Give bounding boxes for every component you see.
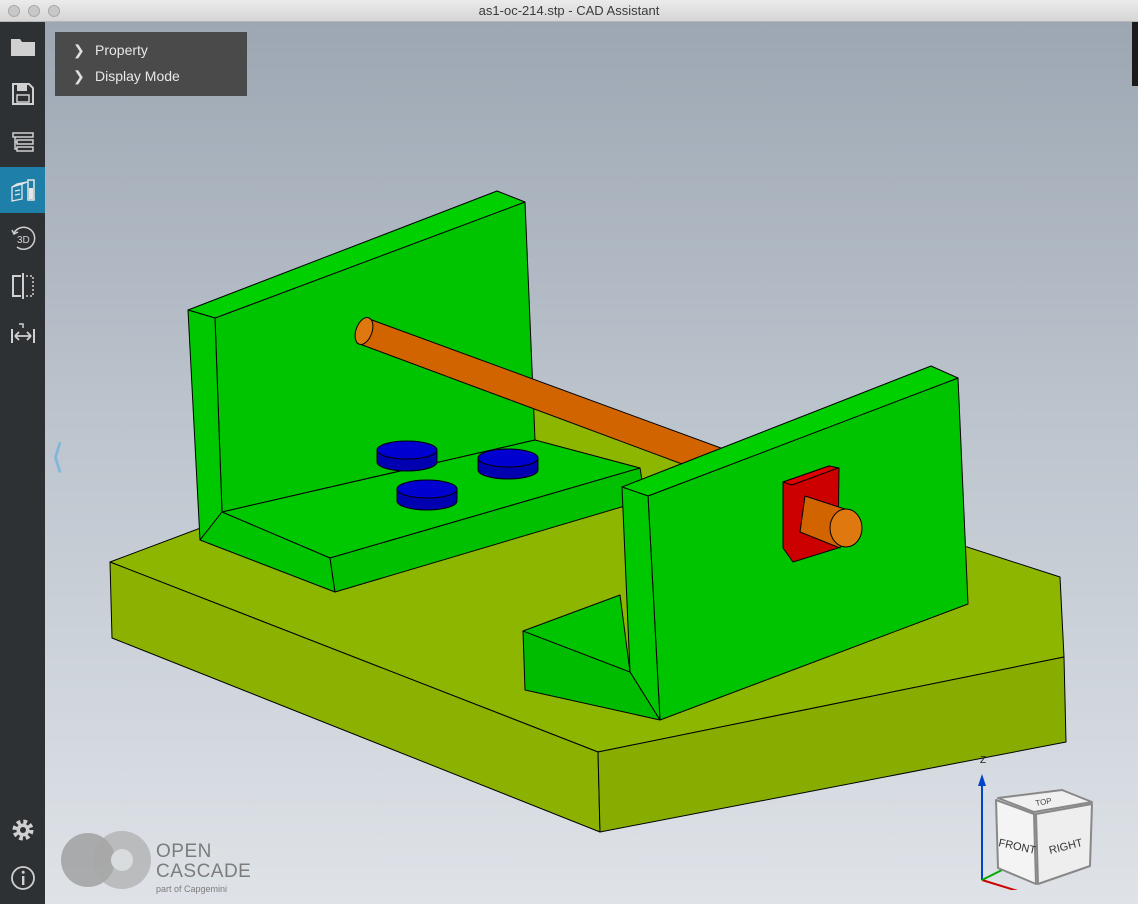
opencascade-logo-text: OPEN CASCADE part of Capgemini	[156, 841, 252, 895]
scrollbar[interactable]	[1132, 22, 1138, 86]
property-label: Property	[95, 42, 148, 58]
open-file-button[interactable]	[0, 23, 45, 69]
window-title: as1-oc-214.stp - CAD Assistant	[478, 3, 660, 18]
tree-icon	[11, 132, 34, 152]
gear-icon	[12, 819, 33, 841]
3d-viewport[interactable]: ❯ Property ❯ Display Mode ⟨ OPEN CASCADE…	[45, 22, 1138, 904]
property-panel: ❯ Property ❯ Display Mode	[55, 32, 247, 96]
display-mode-label: Display Mode	[95, 68, 180, 84]
opencascade-logo-icon	[61, 831, 151, 889]
view-cube[interactable]: Z X TOP FRONT RIGHT	[970, 750, 1110, 890]
property-item[interactable]: ❯ Property	[73, 38, 148, 62]
folder-icon	[10, 39, 35, 56]
clipping-icon	[11, 273, 34, 299]
logo-line1: OPEN	[156, 841, 212, 862]
logo-line3: part of Capgemini	[156, 884, 228, 894]
3d-view-button[interactable]: 3D	[0, 215, 45, 261]
clipping-button[interactable]	[0, 263, 45, 309]
chevron-right-icon: ❯	[73, 41, 85, 58]
view-settings-icon	[10, 179, 35, 202]
logo-line2: CASCADE	[156, 861, 252, 882]
measure-icon	[10, 323, 35, 343]
3d-label: 3D	[17, 235, 30, 246]
save-button[interactable]	[0, 71, 45, 117]
3d-icon: 3D	[10, 226, 35, 250]
about-button[interactable]	[0, 855, 45, 901]
save-icon	[11, 83, 34, 105]
title-bar: as1-oc-214.stp - CAD Assistant	[0, 0, 1138, 22]
settings-button[interactable]	[0, 807, 45, 853]
info-icon	[10, 866, 35, 890]
axis-z-label: Z	[980, 755, 986, 766]
expand-panel-chevron-icon[interactable]: ⟨	[51, 440, 64, 474]
sidebar: 3D	[0, 22, 45, 904]
chevron-right-icon: ❯	[73, 67, 85, 84]
model-tree-button[interactable]	[0, 119, 45, 165]
measure-button[interactable]	[0, 311, 45, 357]
view-settings-button[interactable]	[0, 167, 45, 213]
display-mode-item[interactable]: ❯ Display Mode	[73, 64, 180, 88]
